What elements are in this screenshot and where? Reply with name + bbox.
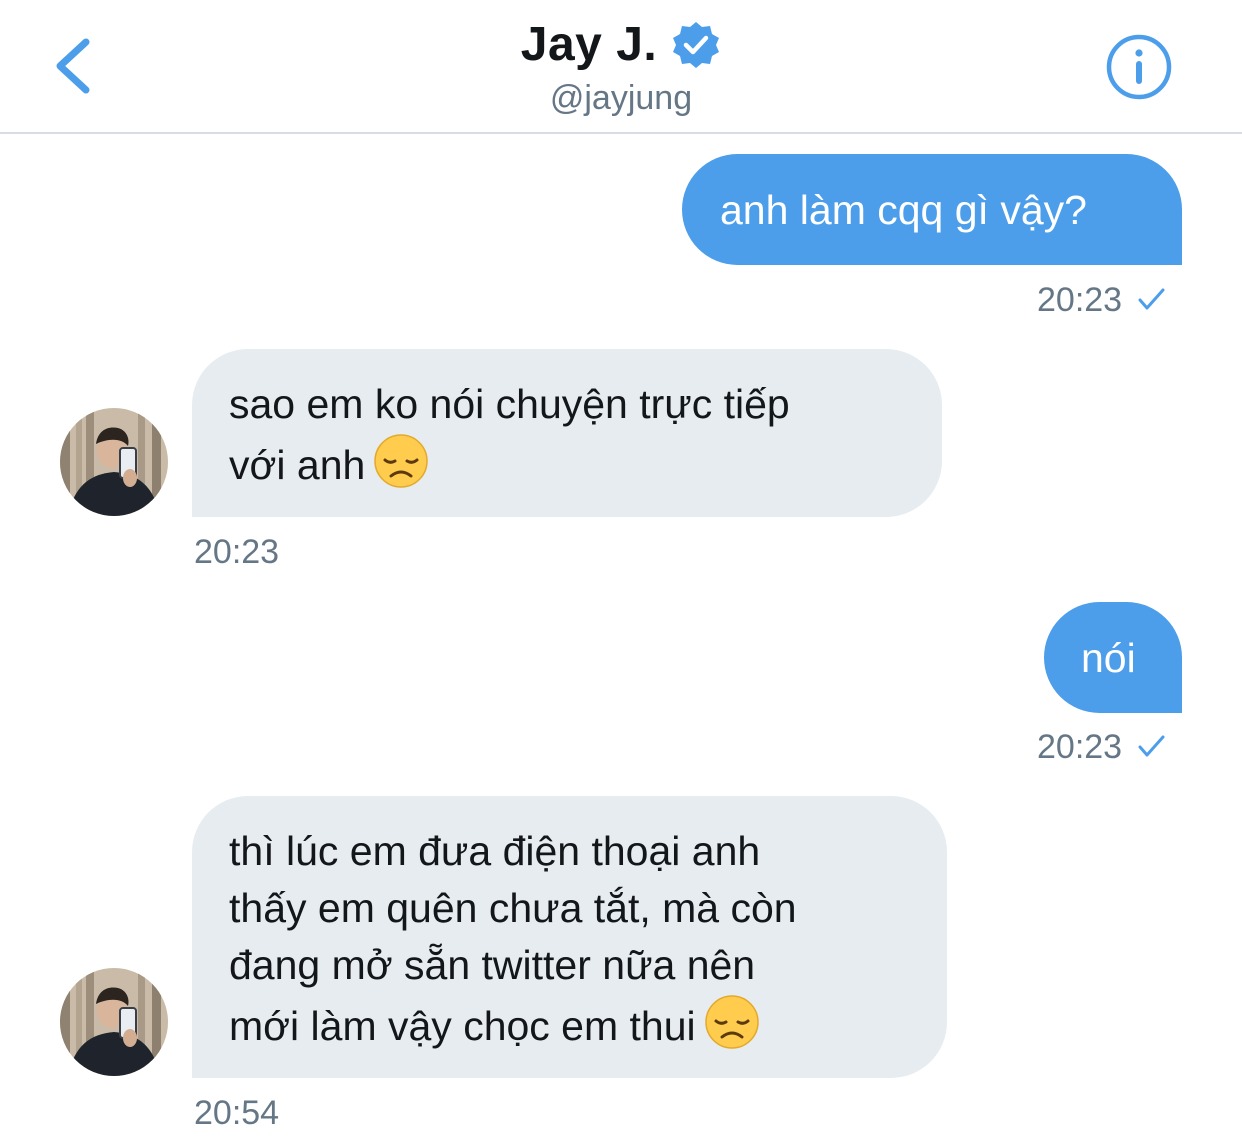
info-icon [1106, 34, 1172, 100]
disappointed-face-emoji [374, 434, 429, 488]
header-title-block: Jay J. @jayjung [0, 14, 1242, 118]
message-line-with-emoji: mới làm vậy chọc em thui [229, 994, 910, 1055]
message-meta: 20:23 [1037, 280, 1166, 320]
sent-message-bubble[interactable]: nói [1044, 602, 1182, 713]
message-line: đang mở sẵn twitter nữa nên [229, 942, 756, 988]
message-line: với anh [229, 442, 366, 488]
verified-badge-icon [673, 22, 720, 68]
message-meta: 20:54 [194, 1093, 279, 1133]
received-message-bubble[interactable]: thì lúc em đưa điện thoại anh thấy em qu… [192, 796, 947, 1078]
message-line: thấy em quên chưa tắt, mà còn [229, 885, 797, 931]
sent-check-icon [1138, 288, 1165, 310]
message-line-with-emoji: với anh [229, 433, 905, 494]
avatar[interactable] [60, 968, 168, 1076]
message-timestamp: 20:23 [1037, 281, 1123, 319]
contact-handle: @jayjung [549, 79, 693, 117]
message-text: anh làm cqq gì vậy? [720, 187, 1087, 233]
message-line: thì lúc em đưa điện thoại anh [229, 828, 761, 874]
message-timestamp: 20:23 [1037, 728, 1123, 766]
title-row: Jay J. [521, 14, 721, 76]
avatar[interactable] [60, 408, 168, 516]
message-line: sao em ko nói chuyện trực tiếp [229, 381, 790, 427]
sent-check-icon [1138, 735, 1165, 757]
message-meta: 20:23 [194, 532, 279, 572]
profile-photo [60, 968, 168, 1076]
message-line: mới làm vậy chọc em thui [229, 1003, 696, 1049]
conversation-info-button[interactable] [1104, 32, 1174, 102]
message-timestamp: 20:54 [194, 1094, 280, 1132]
received-message-bubble[interactable]: sao em ko nói chuyện trực tiếp với anh [192, 349, 942, 517]
conversation-header: Jay J. @jayjung [0, 0, 1242, 134]
disappointed-face-emoji [704, 995, 759, 1049]
sent-message-bubble[interactable]: anh làm cqq gì vậy? [682, 154, 1182, 265]
message-text: nói [1081, 635, 1136, 681]
profile-photo [60, 408, 168, 516]
message-meta: 20:23 [1037, 727, 1166, 767]
message-timestamp: 20:23 [194, 533, 280, 571]
contact-name: Jay J. [520, 18, 658, 71]
